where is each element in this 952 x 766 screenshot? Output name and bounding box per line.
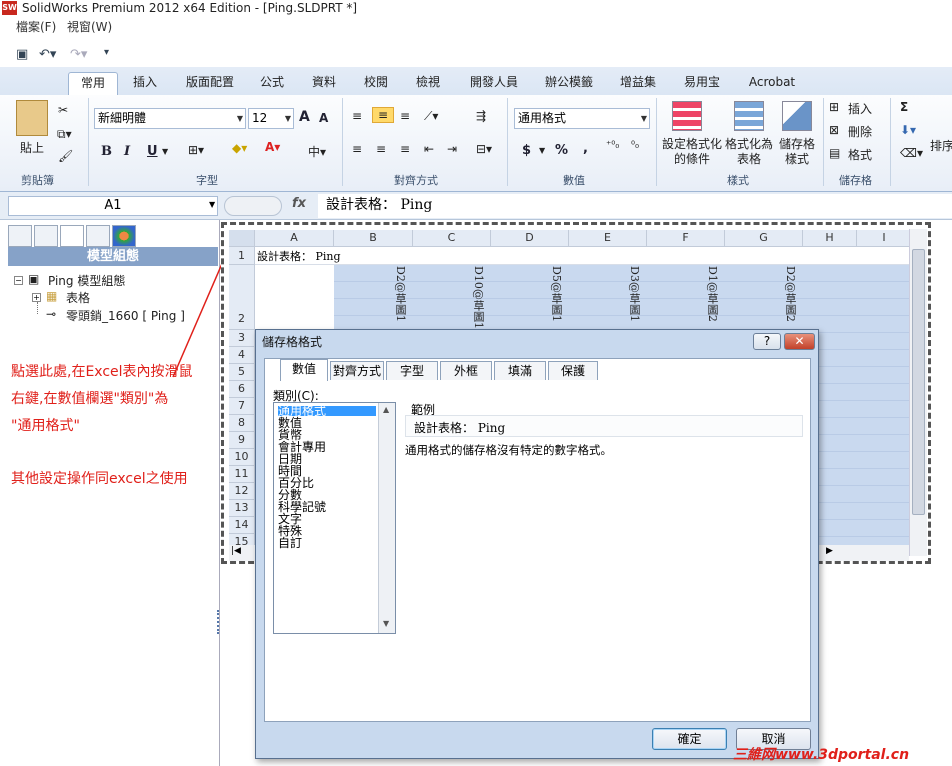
category-item[interactable]: 貨幣 — [278, 429, 302, 441]
cell-a1[interactable]: 設計表格： Ping — [257, 248, 341, 264]
category-item[interactable]: 百分比 — [278, 477, 314, 489]
row-header[interactable]: 8 — [229, 415, 255, 432]
column-header[interactable]: B — [334, 230, 413, 247]
row-header[interactable]: 5 — [229, 364, 255, 381]
scroll-down-icon[interactable]: ▼ — [383, 619, 389, 628]
column-header-cell[interactable]: D10@草圖1 — [470, 266, 486, 329]
column-header[interactable]: G — [725, 230, 803, 247]
scroll-thumb[interactable] — [912, 249, 925, 515]
row-header[interactable]: 13 — [229, 500, 255, 517]
tab-number[interactable]: 數值 — [280, 359, 328, 381]
column-header-cell[interactable]: D3@草圖1 — [626, 266, 642, 322]
tab-fill[interactable]: 填滿 — [494, 361, 546, 380]
scroll-up-icon[interactable]: ▲ — [383, 405, 389, 414]
column-header-cell[interactable]: D2@草圖1 — [392, 266, 408, 322]
column-header[interactable]: D — [491, 230, 569, 247]
tab-protection[interactable]: 保護 — [548, 361, 598, 380]
category-item[interactable]: 數值 — [278, 417, 302, 429]
number-tab-panel: 類別(C): 通用格式 數值 貨幣 會計專用 日期 時間 百分比 分數 科學記號… — [264, 380, 811, 722]
format-description: 通用格式的儲存格沒有特定的數字格式。 — [405, 443, 612, 457]
column-header[interactable]: I — [857, 230, 912, 247]
row-header[interactable]: 6 — [229, 381, 255, 398]
category-item[interactable]: 會計專用 — [278, 441, 326, 453]
category-item[interactable]: 分數 — [278, 489, 302, 501]
tab-border[interactable]: 外框 — [440, 361, 492, 380]
row-header[interactable]: 9 — [229, 432, 255, 449]
category-item[interactable]: 時間 — [278, 465, 302, 477]
row-1-cells[interactable] — [255, 247, 912, 265]
category-item[interactable]: 日期 — [278, 453, 302, 465]
row-header[interactable]: 11 — [229, 466, 255, 483]
close-button[interactable]: ✕ — [784, 333, 815, 350]
row-header[interactable]: 4 — [229, 347, 255, 364]
category-item-general[interactable]: 通用格式 — [278, 405, 376, 417]
dialog-title: 儲存格格式 — [262, 335, 323, 349]
row-header[interactable]: 10 — [229, 449, 255, 466]
scroll-right-icon[interactable]: ▶ — [826, 546, 833, 556]
column-header[interactable]: A — [255, 230, 334, 247]
column-header[interactable]: C — [413, 230, 491, 247]
category-list[interactable]: 通用格式 數值 貨幣 會計專用 日期 時間 百分比 分數 科學記號 文字 特殊 … — [273, 402, 396, 634]
column-header-cell[interactable]: D1@草圖2 — [704, 266, 720, 322]
watermark: 三維网www.3dportal.cn — [733, 747, 910, 763]
tab-font[interactable]: 字型 — [386, 361, 438, 380]
format-cells-dialog: 儲存格格式 ? ✕ 數值 對齊方式 字型 外框 填滿 保護 類別(C): 通用格… — [255, 329, 819, 759]
category-item[interactable]: 科學記號 — [278, 501, 326, 513]
row-header[interactable]: 2 — [229, 265, 255, 330]
category-item[interactable]: 特殊 — [278, 525, 302, 537]
column-header-cell[interactable]: D2@草圖2 — [782, 266, 798, 322]
category-scrollbar[interactable]: ▲ ▼ — [378, 403, 395, 633]
ok-button[interactable]: 確定 — [652, 728, 727, 750]
select-all-corner[interactable] — [229, 230, 255, 247]
row-header[interactable]: 3 — [229, 330, 255, 347]
tab-alignment[interactable]: 對齊方式 — [330, 361, 384, 380]
row-header[interactable]: 7 — [229, 398, 255, 415]
cell-a2[interactable] — [255, 265, 334, 330]
column-header[interactable]: H — [803, 230, 857, 247]
row-header[interactable]: 1 — [229, 247, 255, 265]
help-button[interactable]: ? — [753, 333, 781, 350]
category-item[interactable]: 自訂 — [278, 537, 302, 549]
first-sheet-icon[interactable]: |◀ — [231, 546, 241, 556]
column-header-cell[interactable]: D5@草圖1 — [548, 266, 564, 322]
row-header[interactable]: 12 — [229, 483, 255, 500]
sample-group: 範例 設計表格： Ping — [405, 399, 803, 437]
column-header[interactable]: E — [569, 230, 647, 247]
sample-value: 設計表格： Ping — [405, 415, 803, 437]
row-header[interactable]: 14 — [229, 517, 255, 534]
column-header[interactable]: F — [647, 230, 725, 247]
vertical-scrollbar[interactable] — [909, 229, 927, 556]
category-item[interactable]: 文字 — [278, 513, 302, 525]
